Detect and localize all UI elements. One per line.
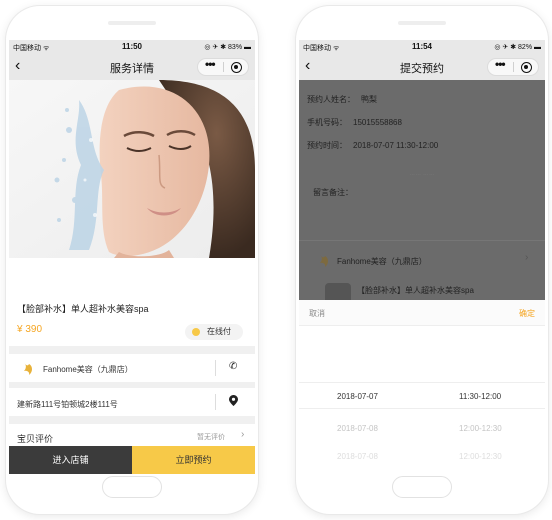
modal-dim-overlay[interactable]: 预约人姓名： 鸭梨 手机号码： 15015558868 预约时间： 2018-07-0… [299, 80, 545, 305]
screen-submit-booking: 中国移动 ᯤ 11:54 ◎ ✈ ✱ 82% ▬ ‹ 提交预约 ••• 预约人姓… [299, 40, 545, 474]
picker-toolbar: 取消 确定 [299, 300, 545, 326]
status-bar: 中国移动 ᯤ 11:54 ◎ ✈ ✱ 82% ▬ [299, 40, 545, 54]
store-address: 建新路111号铂顿城2楼111号 [17, 400, 118, 409]
chevron-right-icon: › [525, 252, 529, 263]
picker-selection-line [299, 408, 545, 409]
status-bar: 中国移动 ᯤ 11:50 ◎ ✈ ✱ 83% ▬ [9, 40, 255, 54]
picker-confirm-button[interactable]: 确定 [519, 308, 535, 319]
picker-time: 12:00-12:30 [459, 452, 502, 461]
store-logo-icon [21, 362, 35, 378]
row-divider [215, 394, 216, 410]
section-divider [9, 346, 255, 354]
booker-name-value: 鸭梨 [361, 95, 377, 104]
capsule-divider [513, 62, 514, 72]
target-circle-icon[interactable] [521, 62, 532, 73]
address-row[interactable]: 建新路111号铂顿城2楼111号 [9, 388, 255, 416]
product-title: 【脸部补水】单人超补水美容spa [17, 304, 149, 314]
more-dots-icon[interactable]: ••• [495, 57, 506, 71]
phone-icon[interactable]: ✆ [229, 361, 237, 372]
product-price: ¥ 390 [17, 324, 43, 335]
more-dots-icon[interactable]: ••• [205, 57, 216, 71]
home-button[interactable] [102, 476, 162, 498]
screen-service-detail: 中国移动 ᯤ 11:50 ◎ ✈ ✱ 83% ▬ ‹ 服务详情 ••• 【脸部补… [9, 40, 255, 474]
section-divider [9, 416, 255, 424]
product-hero-image [9, 80, 255, 258]
phone-number-line: 手机号码： 15015558868 [307, 117, 402, 128]
home-button[interactable] [392, 476, 452, 498]
review-label: 宝贝评价 [17, 434, 54, 444]
capsule-divider [223, 62, 224, 72]
woman-face-illustration [9, 80, 255, 258]
status-icons: ◎ ✈ ✱ 83% ▬ [204, 44, 251, 51]
booker-name-line: 预约人姓名： 鸭梨 [307, 94, 377, 105]
phone-number-label: 手机号码： [307, 118, 347, 127]
product-name: 【脸部补水】单人超补水美容spa [357, 286, 474, 295]
picker-time: 12:00-12:30 [459, 424, 502, 433]
picker-date: 2018-07-08 [337, 424, 378, 433]
store-row[interactable]: Fanhome美容（九鼎店） ✆ [9, 354, 255, 382]
row-divider [215, 360, 216, 376]
review-empty-text: 暂无评价 [197, 434, 225, 441]
payment-badge: 在线付 [185, 324, 243, 340]
chevron-right-icon: › [241, 429, 245, 440]
payment-badge-label: 在线付 [207, 327, 231, 336]
status-icons: ◎ ✈ ✱ 82% ▬ [494, 44, 541, 51]
picker-cancel-button[interactable]: 取消 [309, 308, 325, 319]
store-logo-icon [317, 254, 331, 273]
booking-time-label: 预约时间： [307, 141, 347, 150]
nav-bar: ‹ 服务详情 ••• [9, 54, 255, 80]
phone-frame-submit-booking: 中国移动 ᯤ 11:54 ◎ ✈ ✱ 82% ▬ ‹ 提交预约 ••• 预约人姓… [296, 6, 548, 514]
message-label: 留言备注： [313, 188, 353, 197]
booker-name-label: 预约人姓名： [307, 95, 355, 104]
booking-time-value: 2018-07-07 11:30-12:00 [353, 141, 439, 150]
target-circle-icon[interactable] [231, 62, 242, 73]
store-name: Fanhome美容（九鼎店） [337, 257, 427, 266]
picker-selection-line [299, 382, 545, 383]
bottom-action-bar: 进入店铺 立即预约 [9, 446, 255, 474]
picker-date: 2018-07-07 [337, 392, 378, 401]
store-name: Fanhome美容（九鼎店） [43, 365, 133, 374]
overlay-divider [299, 240, 545, 241]
nav-bar: ‹ 提交预约 ••• [299, 54, 545, 80]
book-now-button[interactable]: 立即预约 [132, 446, 255, 474]
enter-store-button[interactable]: 进入店铺 [9, 446, 132, 474]
time-picker-sheet: 取消 确定 2018-07-07 11:30-12:00 2018-07-08 … [299, 300, 545, 474]
form-hint: …… …… [409, 171, 435, 177]
phone-frame-service-detail: 中国移动 ᯤ 11:50 ◎ ✈ ✱ 83% ▬ ‹ 服务详情 ••• 【脸部补… [6, 6, 258, 514]
booking-time-line: 预约时间： 2018-07-07 11:30-12:00 [307, 140, 438, 151]
mini-program-capsule: ••• [197, 57, 249, 76]
phone-speaker [108, 21, 156, 25]
mini-program-capsule: ••• [487, 57, 539, 76]
picker-time: 11:30-12:00 [459, 392, 502, 401]
map-pin-icon[interactable] [229, 395, 238, 409]
phone-number-value: 15015558868 [353, 118, 402, 127]
picker-date: 2018-07-08 [337, 452, 378, 461]
phone-speaker [398, 21, 446, 25]
review-row[interactable]: 宝贝评价 暂无评价 › [9, 424, 255, 446]
coin-icon [192, 328, 200, 336]
